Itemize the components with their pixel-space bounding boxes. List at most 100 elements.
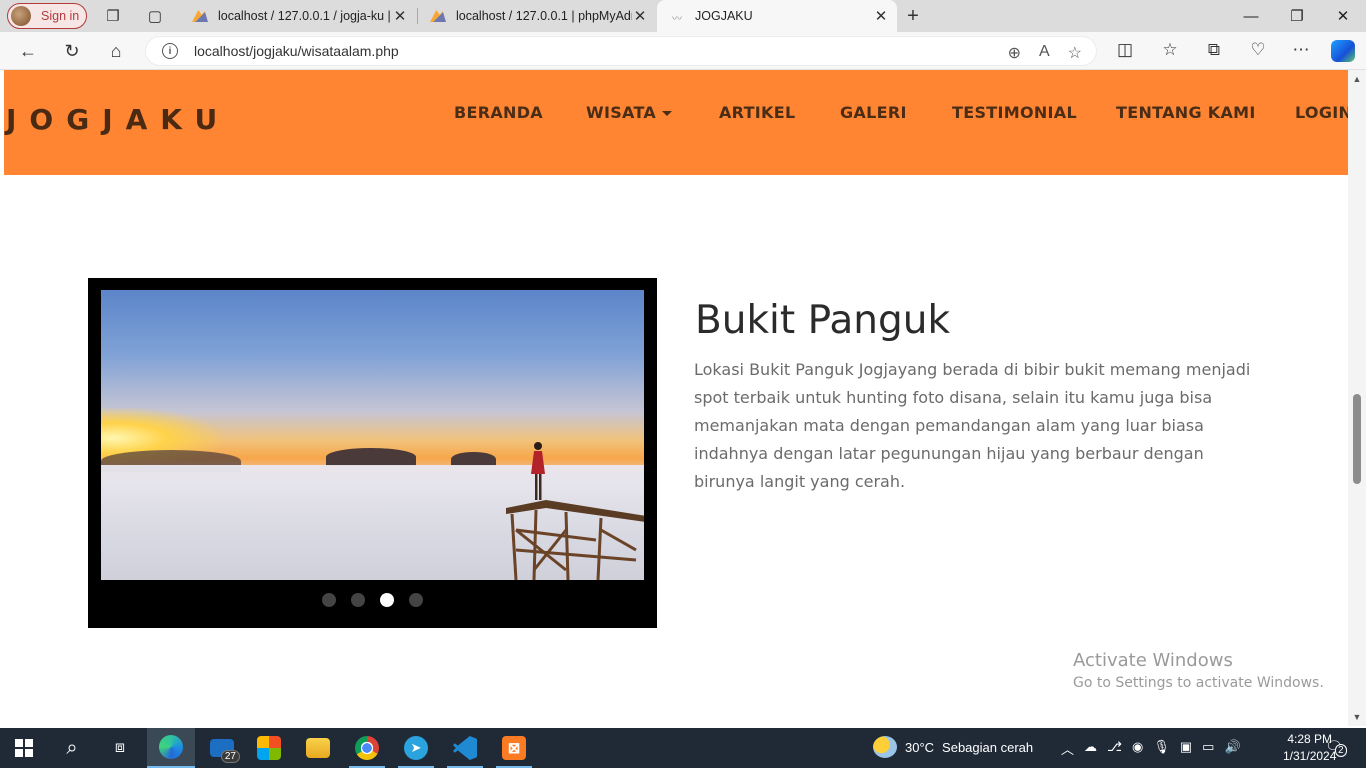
new-tab-button[interactable]: + — [903, 5, 923, 27]
profile-sign-in-label: Sign in — [41, 9, 80, 23]
show-hidden-icons-chevron-icon[interactable]: ︿ — [1061, 739, 1074, 758]
close-tab-icon[interactable]: ✕ — [873, 7, 889, 25]
nav-login[interactable]: LOGIN — [1295, 103, 1348, 122]
phpmyadmin-favicon-icon — [430, 10, 446, 22]
page-scrollbar[interactable]: ▲ ▼ — [1348, 70, 1366, 726]
copilot-icon[interactable] — [1331, 40, 1355, 62]
collections-icon[interactable]: ⧉ — [1203, 40, 1225, 60]
dropdown-caret-icon — [662, 111, 673, 116]
read-aloud-icon[interactable]: A — [1039, 43, 1050, 63]
browser-essentials-icon[interactable]: ♡ — [1247, 40, 1269, 60]
taskbar-store[interactable] — [245, 728, 293, 768]
usb-icon[interactable]: ⎇ — [1107, 739, 1122, 758]
destination-title: Bukit Panguk — [695, 298, 951, 343]
nav-galeri[interactable]: GALERI — [840, 103, 907, 122]
favorites-icon[interactable]: ☆ — [1159, 40, 1181, 60]
more-menu-icon[interactable]: ⋯ — [1290, 40, 1312, 60]
minimize-icon[interactable]: — — [1228, 0, 1274, 32]
nav-tentang-kami[interactable]: TENTANG KAMI — [1116, 103, 1256, 122]
refresh-icon[interactable]: ↻ — [60, 39, 84, 63]
tab-title: JOGJAKU — [695, 9, 753, 23]
carousel-dot-1[interactable] — [322, 593, 336, 607]
carousel-dot-3-active[interactable] — [380, 593, 394, 607]
tab-actions-icon[interactable]: ▢ — [145, 6, 165, 26]
split-screen-icon[interactable]: ◫ — [1114, 40, 1136, 60]
windows-logo-icon — [15, 739, 33, 757]
address-bar[interactable]: i localhost/jogjaku/wisataalam.php ⊕ A ☆ — [145, 36, 1097, 66]
search-icon[interactable]: ⌕ — [48, 728, 96, 768]
weather-temperature: 30°C — [905, 739, 935, 755]
scroll-up-arrow-icon[interactable]: ▲ — [1351, 74, 1363, 84]
microphone-icon[interactable]: 🎙 — [1153, 739, 1170, 758]
person-silhouette — [531, 442, 545, 500]
start-button[interactable] — [0, 728, 48, 768]
nav-artikel[interactable]: ARTIKEL — [719, 103, 795, 122]
site-brand-logo[interactable]: JOGJAKU — [6, 103, 230, 136]
restore-icon[interactable]: ❐ — [1274, 0, 1320, 32]
site-navbar: JOGJAKU BERANDA WISATA ARTIKEL GALERI TE… — [4, 70, 1348, 175]
page-loading-favicon-icon: 〰 — [672, 14, 682, 25]
image-carousel[interactable] — [88, 278, 657, 628]
tab-phpmyadmin[interactable]: localhost / 127.0.0.1 | phpMyAdmin ✕ — [418, 0, 656, 32]
taskbar-chrome[interactable] — [343, 728, 391, 768]
close-window-icon[interactable]: ✕ — [1320, 0, 1366, 32]
system-tray: ︿ ☁ ⎇ ◉ 🎙 ▣ ▭ 🔊 — [1061, 739, 1241, 758]
close-tab-icon[interactable]: ✕ — [392, 7, 408, 25]
notification-center-icon[interactable]: 🗨 2 — [1325, 738, 1347, 757]
vscode-icon — [453, 736, 477, 760]
tab-phpmyadmin-jogjaku[interactable]: localhost / 127.0.0.1 / jogja-ku | phpMy… — [180, 0, 416, 32]
task-view-icon[interactable]: ⧈ — [96, 728, 144, 768]
zoom-icon[interactable]: ⊕ — [1008, 43, 1021, 63]
activate-windows-title: Activate Windows — [1073, 650, 1233, 671]
carousel-indicators — [88, 593, 657, 607]
telegram-icon: ➤ — [404, 736, 428, 760]
carousel-slide-image — [101, 290, 644, 580]
browser-toolbar: ← ↻ ⌂ i localhost/jogjaku/wisataalam.php… — [0, 32, 1366, 70]
profile-sign-in-button[interactable]: Sign in — [7, 3, 87, 29]
tab-jogjaku[interactable]: 〰 JOGJAKU ✕ — [657, 0, 897, 32]
mountain-ridge — [326, 448, 416, 466]
activate-windows-watermark: Activate Windows Go to Settings to activ… — [1073, 650, 1324, 691]
browser-tab-strip: Sign in ❐ ▢ localhost / 127.0.0.1 / jogj… — [0, 0, 1366, 32]
profile-avatar — [11, 6, 31, 26]
wooden-viewing-deck — [506, 500, 644, 580]
tab-title: localhost / 127.0.0.1 / jogja-ku | phpMy… — [218, 9, 392, 23]
phpmyadmin-favicon-icon — [192, 10, 208, 22]
carousel-dot-2[interactable] — [351, 593, 365, 607]
carousel-dot-4[interactable] — [409, 593, 423, 607]
close-tab-icon[interactable]: ✕ — [632, 7, 648, 25]
taskbar-mail[interactable]: 27 — [198, 728, 246, 768]
taskbar-edge[interactable] — [147, 728, 195, 768]
destination-description: Lokasi Bukit Panguk Jogjayang berada di … — [694, 360, 1251, 491]
nav-wisata[interactable]: WISATA — [586, 103, 673, 122]
chrome-icon — [355, 736, 379, 760]
weather-widget[interactable]: 30°C Sebagian cerah — [873, 736, 1033, 758]
scrollbar-thumb[interactable] — [1353, 394, 1361, 484]
folder-icon — [306, 738, 330, 758]
page-viewport: JOGJAKU BERANDA WISATA ARTIKEL GALERI TE… — [4, 70, 1348, 726]
nav-wisata-label: WISATA — [586, 103, 657, 122]
nav-beranda[interactable]: BERANDA — [454, 103, 543, 122]
workspaces-icon[interactable]: ❐ — [103, 6, 123, 26]
back-arrow-icon[interactable]: ← — [16, 39, 40, 63]
taskbar-telegram[interactable]: ➤ — [392, 728, 440, 768]
activate-windows-subtitle: Go to Settings to activate Windows. — [1073, 675, 1324, 691]
battery-icon[interactable]: ▭ — [1202, 739, 1214, 758]
scroll-down-arrow-icon[interactable]: ▼ — [1351, 712, 1363, 722]
taskbar-file-explorer[interactable] — [294, 728, 342, 768]
favorite-star-icon[interactable]: ☆ — [1068, 43, 1082, 63]
notification-count: 2 — [1335, 744, 1347, 757]
network-cloud-icon[interactable]: ☁ — [1084, 739, 1097, 758]
nav-testimonial[interactable]: TESTIMONIAL — [952, 103, 1077, 122]
taskbar-xampp[interactable]: ⊠ — [490, 728, 538, 768]
store-icon — [257, 736, 281, 760]
window-controls: — ❐ ✕ — [1228, 0, 1366, 32]
volume-icon[interactable]: 🔊 — [1224, 739, 1240, 758]
home-icon[interactable]: ⌂ — [104, 39, 128, 63]
address-url[interactable]: localhost/jogjaku/wisataalam.php — [194, 43, 399, 59]
camera-icon[interactable]: ◉ — [1132, 739, 1143, 758]
taskbar-vscode[interactable] — [441, 728, 489, 768]
meet-now-icon[interactable]: ▣ — [1180, 739, 1192, 758]
windows-taskbar: ⌕ ⧈ 27 ➤ ⊠ 30°C Sebagian cerah ︿ ☁ ⎇ ◉ 🎙… — [0, 728, 1366, 768]
site-info-icon[interactable]: i — [162, 43, 178, 59]
